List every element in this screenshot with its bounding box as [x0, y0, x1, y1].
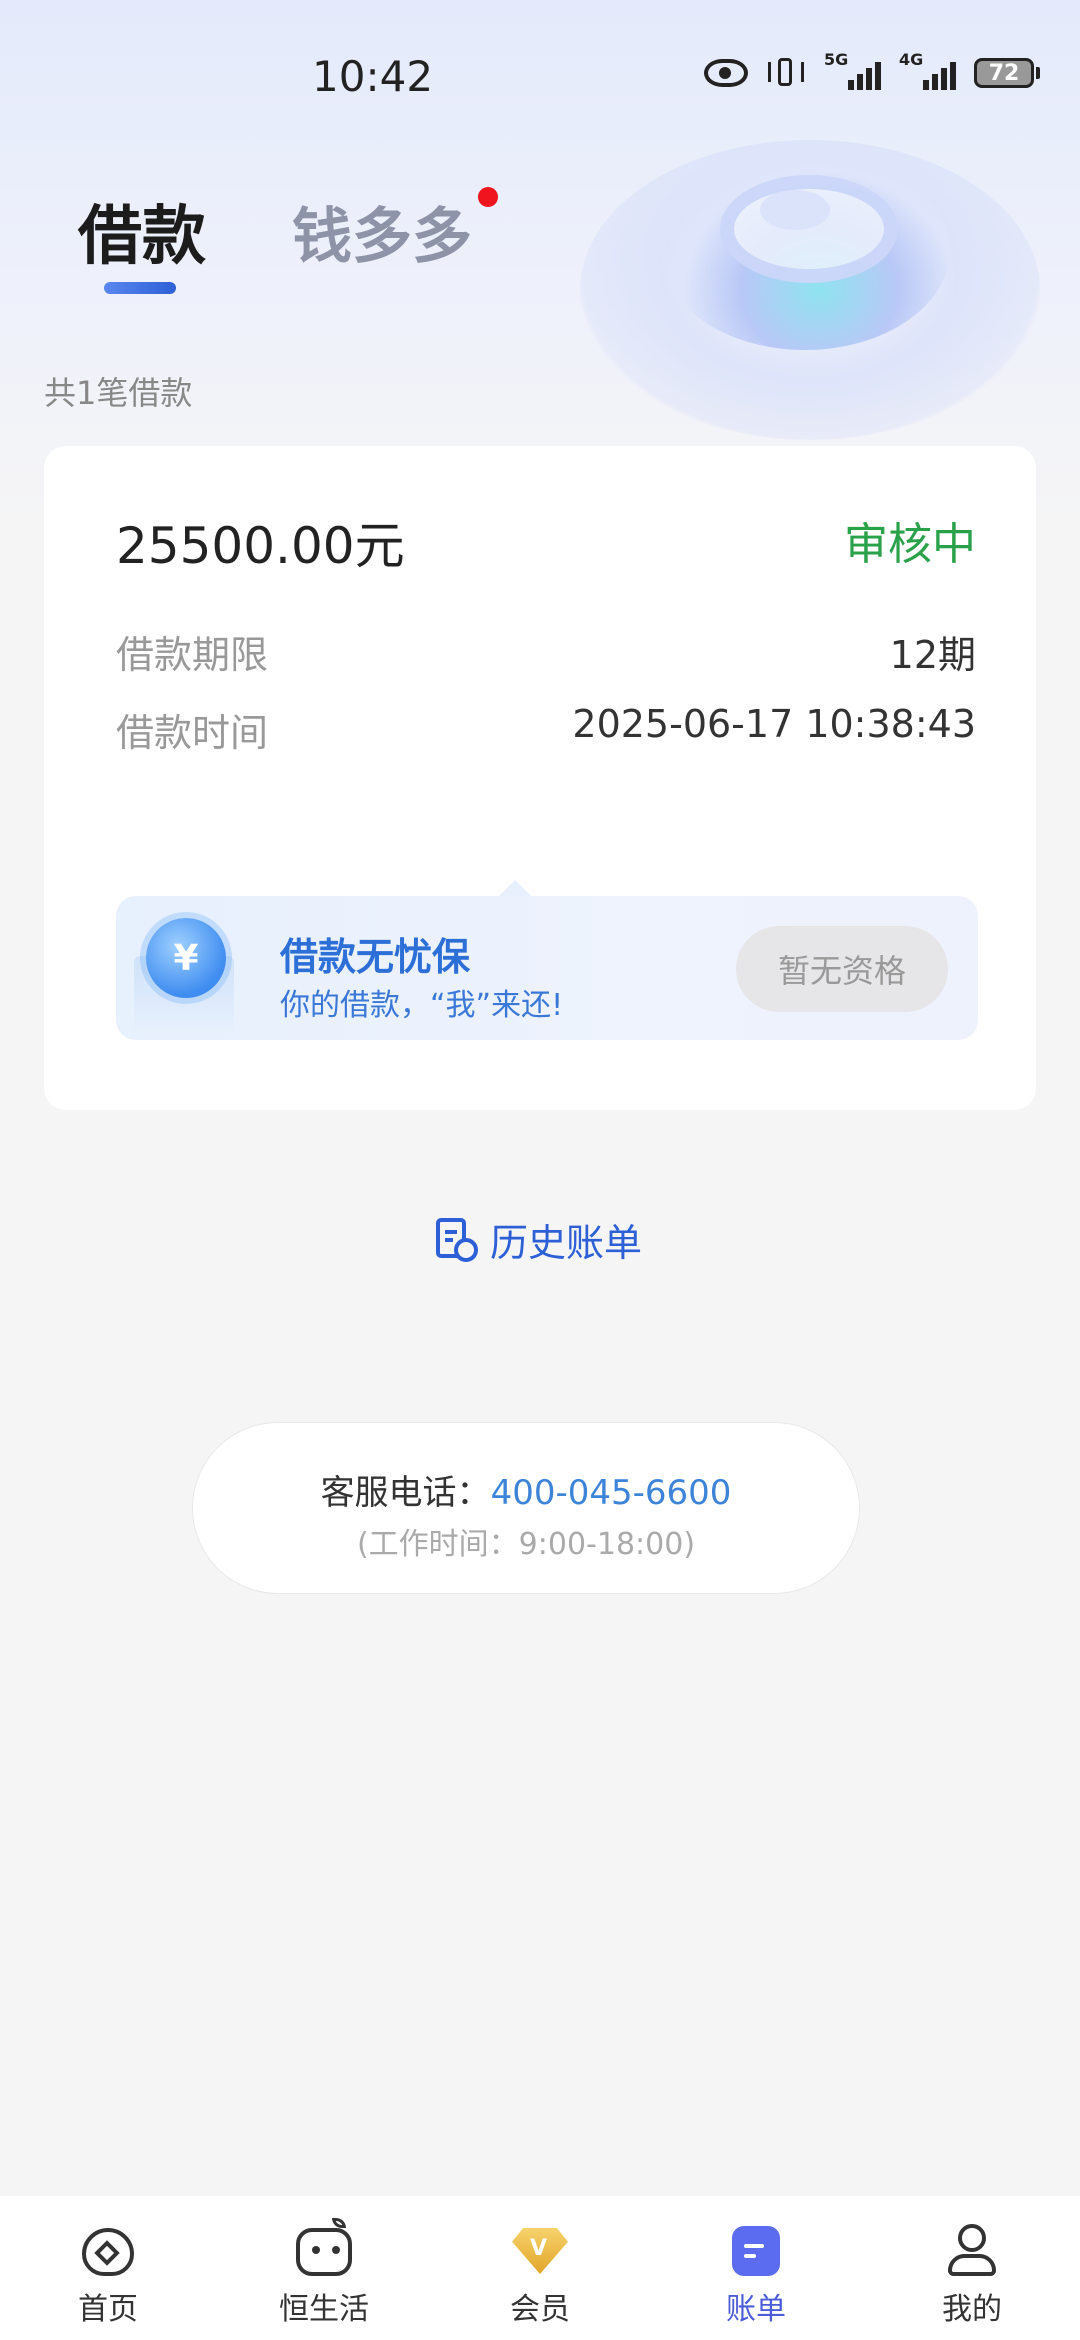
customer-service-box: 客服电话：400-045-6600 (工作时间：9:00-18:00)	[192, 1422, 860, 1594]
notification-dot	[478, 187, 498, 207]
nav-label: 我的	[942, 2292, 1002, 2327]
signal-4g-icon: 4G	[899, 50, 956, 90]
history-bill-link[interactable]: 历史账单	[436, 1212, 642, 1267]
signal-5g-icon: 5G	[824, 50, 881, 90]
history-bill-label: 历史账单	[490, 1221, 643, 1265]
home-icon	[78, 2218, 138, 2278]
life-icon	[294, 2218, 354, 2278]
nav-item-vip[interactable]: V 会员	[432, 2196, 648, 2340]
loan-card[interactable]: 25500.00元 审核中 借款期限 12期 借款时间 2025-06-17 1…	[44, 446, 1036, 1110]
yuan-coin-icon: ¥	[146, 918, 226, 998]
nav-label: 会员	[510, 2292, 570, 2327]
nav-item-life[interactable]: 恒生活	[216, 2196, 432, 2340]
loan-status: 审核中	[844, 519, 976, 570]
history-bill-icon	[436, 1217, 478, 1262]
bill-icon	[726, 2218, 786, 2278]
loan-count: 共1笔借款	[44, 374, 193, 412]
network-4g-label: 4G	[899, 50, 924, 69]
tab-loan[interactable]: 借款	[78, 185, 206, 277]
nav-item-home[interactable]: 首页	[0, 2196, 216, 2340]
battery-icon: 72	[974, 58, 1040, 88]
nav-item-me[interactable]: 我的	[864, 2196, 1080, 2340]
vip-diamond-icon: V	[510, 2218, 570, 2278]
term-value: 12期	[889, 633, 976, 677]
vibrate-icon	[766, 56, 806, 90]
service-hours: (工作时间：9:00-18:00)	[356, 1527, 696, 1562]
service-label: 客服电话：	[320, 1473, 491, 1513]
service-phone-link[interactable]: 400-045-6600	[491, 1473, 732, 1513]
status-time: 10:42	[312, 52, 434, 101]
time-label: 借款时间	[116, 711, 269, 755]
network-5g-label: 5G	[824, 50, 849, 69]
battery-level: 72	[974, 58, 1034, 88]
insurance-banner[interactable]: ¥ 借款无忧保 你的借款，“我”来还! 暂无资格	[116, 896, 978, 1040]
nav-label: 账单	[726, 2292, 786, 2327]
not-eligible-button[interactable]: 暂无资格	[736, 926, 948, 1012]
time-value: 2025-06-17 10:38:43	[572, 702, 976, 746]
decorative-ring-hole	[760, 190, 830, 230]
loan-amount: 25500.00元	[116, 517, 405, 575]
service-phone-line: 客服电话：400-045-6600	[193, 1465, 859, 1514]
tab-qianduoduo[interactable]: 钱多多	[292, 188, 472, 275]
status-icons: 5G 4G 72	[704, 50, 1040, 90]
eye-icon	[704, 59, 748, 87]
nav-label: 首页	[78, 2292, 138, 2327]
nav-label: 恒生活	[279, 2292, 369, 2327]
term-label: 借款期限	[116, 633, 269, 677]
banner-title: 借款无忧保	[280, 935, 471, 979]
banner-subtitle: 你的借款，“我”来还!	[280, 988, 564, 1023]
profile-icon	[942, 2218, 1002, 2278]
nav-item-bill[interactable]: 账单	[648, 2196, 864, 2340]
banner-pointer	[499, 880, 531, 896]
tab-active-indicator	[104, 282, 176, 294]
bottom-nav: 首页 恒生活 V 会员 账单 我的	[0, 2196, 1080, 2340]
